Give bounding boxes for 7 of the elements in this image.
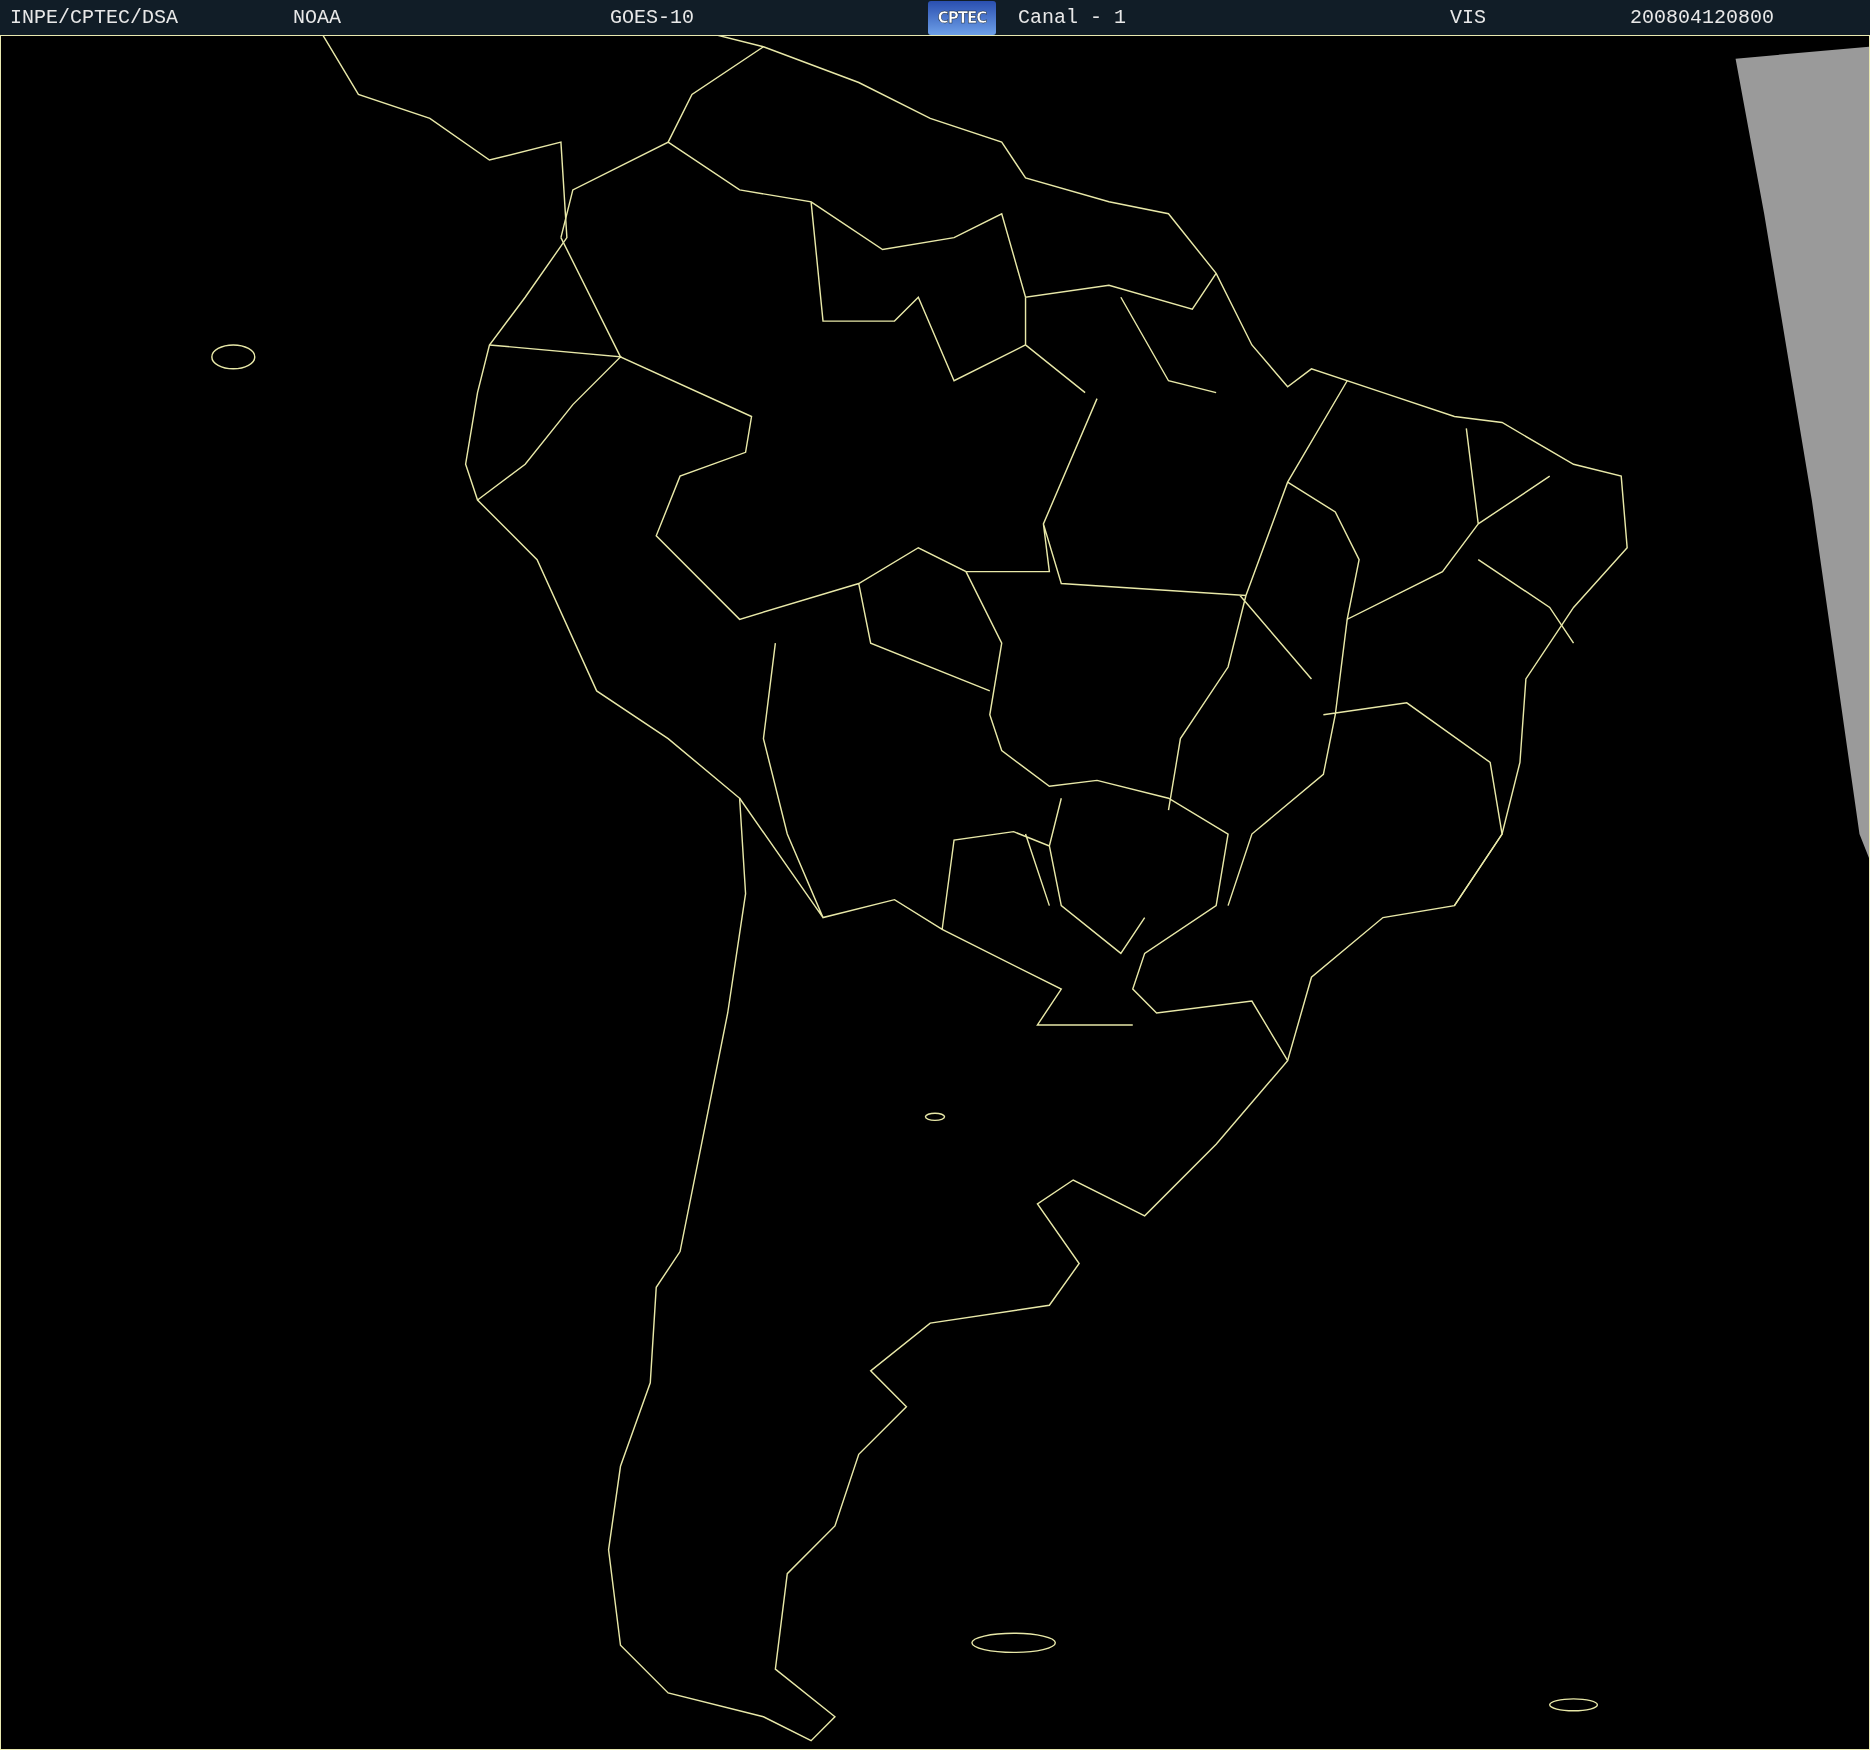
logo: CPTEC [928,0,996,35]
header-label: GOES-10 [610,6,695,29]
header-label: VIS [1450,6,1487,29]
header-label: Canal - 1 [1018,6,1128,29]
header-label: 200804120800 [1630,6,1776,29]
header-label: NOAA [293,6,342,29]
header-label: INPE/CPTEC/DSA [10,6,180,29]
